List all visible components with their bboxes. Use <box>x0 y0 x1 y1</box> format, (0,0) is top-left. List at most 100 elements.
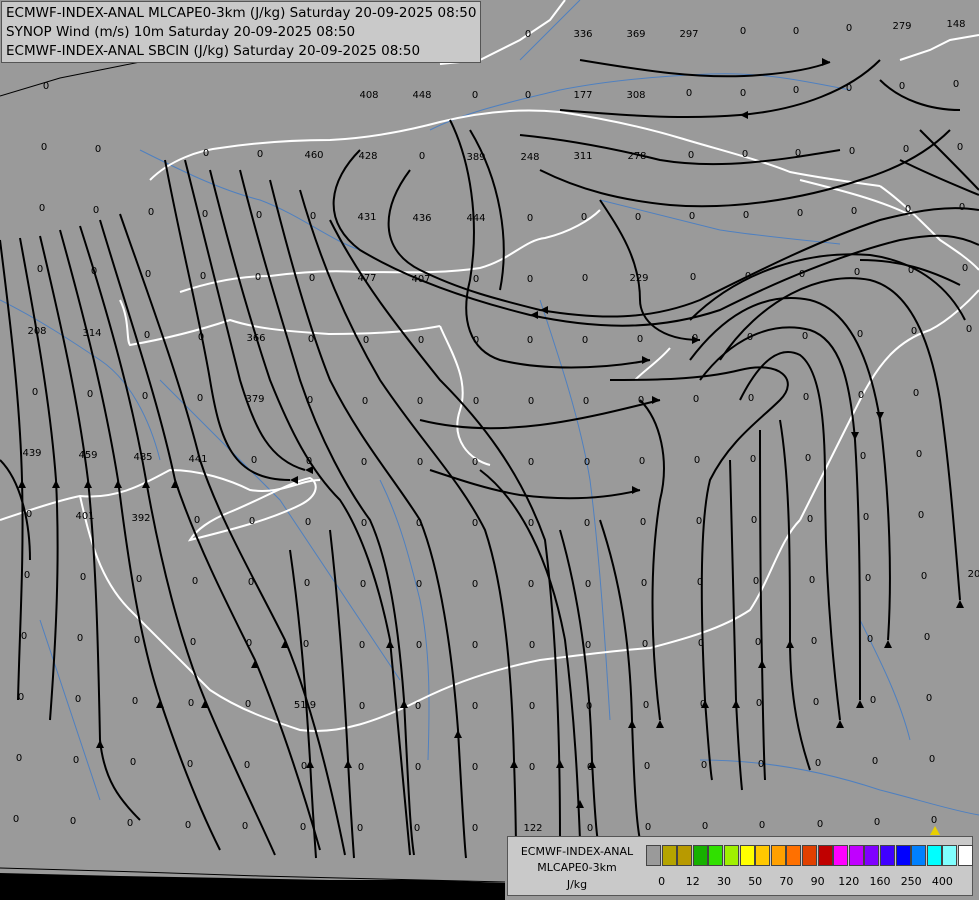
value-label: 0 <box>689 211 695 222</box>
value-label: 460 <box>304 150 323 161</box>
value-label: 0 <box>755 637 761 648</box>
value-label: 0 <box>415 762 421 773</box>
legend-swatch <box>848 845 864 866</box>
legend-swatch <box>911 845 927 866</box>
value-label: 0 <box>962 263 968 274</box>
value-label: 0 <box>303 639 309 650</box>
value-label: 0 <box>745 271 751 282</box>
value-label: 0 <box>701 760 707 771</box>
value-label: 0 <box>908 265 914 276</box>
value-label: 208 <box>27 326 46 337</box>
value-label: 0 <box>854 267 860 278</box>
value-label: 0 <box>702 821 708 832</box>
value-label: 0 <box>758 759 764 770</box>
legend-swatch <box>817 845 833 866</box>
legend-swatch <box>724 845 739 866</box>
value-label: 0 <box>528 579 534 590</box>
value-label: 0 <box>528 457 534 468</box>
value-label: 0 <box>688 150 694 161</box>
value-label: 0 <box>187 759 193 770</box>
value-label: 0 <box>913 388 919 399</box>
value-label: 0 <box>686 88 692 99</box>
value-label: 0 <box>472 640 478 651</box>
value-label: 0 <box>585 579 591 590</box>
value-label: 0 <box>803 392 809 403</box>
legend-swatch <box>880 845 895 866</box>
value-label: 0 <box>750 454 756 465</box>
value-label: 0 <box>697 577 703 588</box>
value-label: 0 <box>362 396 368 407</box>
value-label: 0 <box>753 576 759 587</box>
legend-tick-label: 120 <box>838 875 860 888</box>
value-label: 0 <box>918 510 924 521</box>
value-label: 0 <box>473 396 479 407</box>
value-label: 0 <box>132 696 138 707</box>
legend-swatch <box>833 845 849 866</box>
value-label: 0 <box>797 208 803 219</box>
value-label: 0 <box>645 822 651 833</box>
value-label: 0 <box>305 517 311 528</box>
value-label: 0 <box>304 578 310 589</box>
value-label: 0 <box>194 515 200 526</box>
value-label: 229 <box>629 273 648 284</box>
value-label: 441 <box>188 454 207 465</box>
value-label: 439 <box>22 448 41 459</box>
legend-swatch <box>942 845 958 866</box>
value-label: 0 <box>635 212 641 223</box>
value-label: 448 <box>412 90 431 101</box>
value-label: 401 <box>75 511 94 522</box>
value-label: 0 <box>584 518 590 529</box>
value-label: 0 <box>957 142 963 153</box>
value-label: 0 <box>583 396 589 407</box>
value-label: 0 <box>743 210 749 221</box>
value-label: 0 <box>637 334 643 345</box>
map-background <box>0 0 979 900</box>
value-label: 0 <box>585 640 591 651</box>
value-label: 0 <box>416 640 422 651</box>
value-label: 0 <box>472 823 478 834</box>
value-label: 0 <box>911 326 917 337</box>
value-label: 0 <box>472 90 478 101</box>
value-label: 0 <box>528 396 534 407</box>
value-label: 0 <box>690 272 696 283</box>
value-label: 0 <box>867 634 873 645</box>
value-label: 0 <box>811 636 817 647</box>
value-label: 0 <box>582 335 588 346</box>
legend-swatch <box>864 845 880 866</box>
value-label: 0 <box>640 517 646 528</box>
value-label: 407 <box>411 274 430 285</box>
value-label: 51.9 <box>294 700 316 711</box>
value-label: 0 <box>899 81 905 92</box>
value-label: 0 <box>863 512 869 523</box>
value-label: 0 <box>142 391 148 402</box>
value-label: 0 <box>472 518 478 529</box>
legend-tick-label: 12 <box>685 875 700 888</box>
value-label: 0 <box>759 820 765 831</box>
value-label: 0 <box>308 334 314 345</box>
value-label: 0 <box>190 637 196 648</box>
value-label: 0 <box>846 23 852 34</box>
value-label: 0 <box>865 573 871 584</box>
value-label: 0 <box>849 146 855 157</box>
value-label: 0 <box>75 694 81 705</box>
value-label: 0 <box>16 753 22 764</box>
value-label: 0 <box>136 574 142 585</box>
value-label: 0 <box>473 335 479 346</box>
value-label: 0 <box>472 457 478 468</box>
legend-swatch <box>895 845 911 866</box>
value-label: 0 <box>751 515 757 526</box>
value-label: 0 <box>359 701 365 712</box>
value-label: 0 <box>192 576 198 587</box>
value-label: 0 <box>793 85 799 96</box>
value-label: 0 <box>793 26 799 37</box>
value-label: 0 <box>418 335 424 346</box>
value-label: 0 <box>472 762 478 773</box>
value-label: 477 <box>357 273 376 284</box>
value-label: 0 <box>817 819 823 830</box>
value-label: 0 <box>966 324 972 335</box>
value-label: 278 <box>627 151 646 162</box>
value-label: 0 <box>87 389 93 400</box>
value-label: 0 <box>257 149 263 160</box>
value-label: 0 <box>307 395 313 406</box>
value-label: 0 <box>39 203 45 214</box>
